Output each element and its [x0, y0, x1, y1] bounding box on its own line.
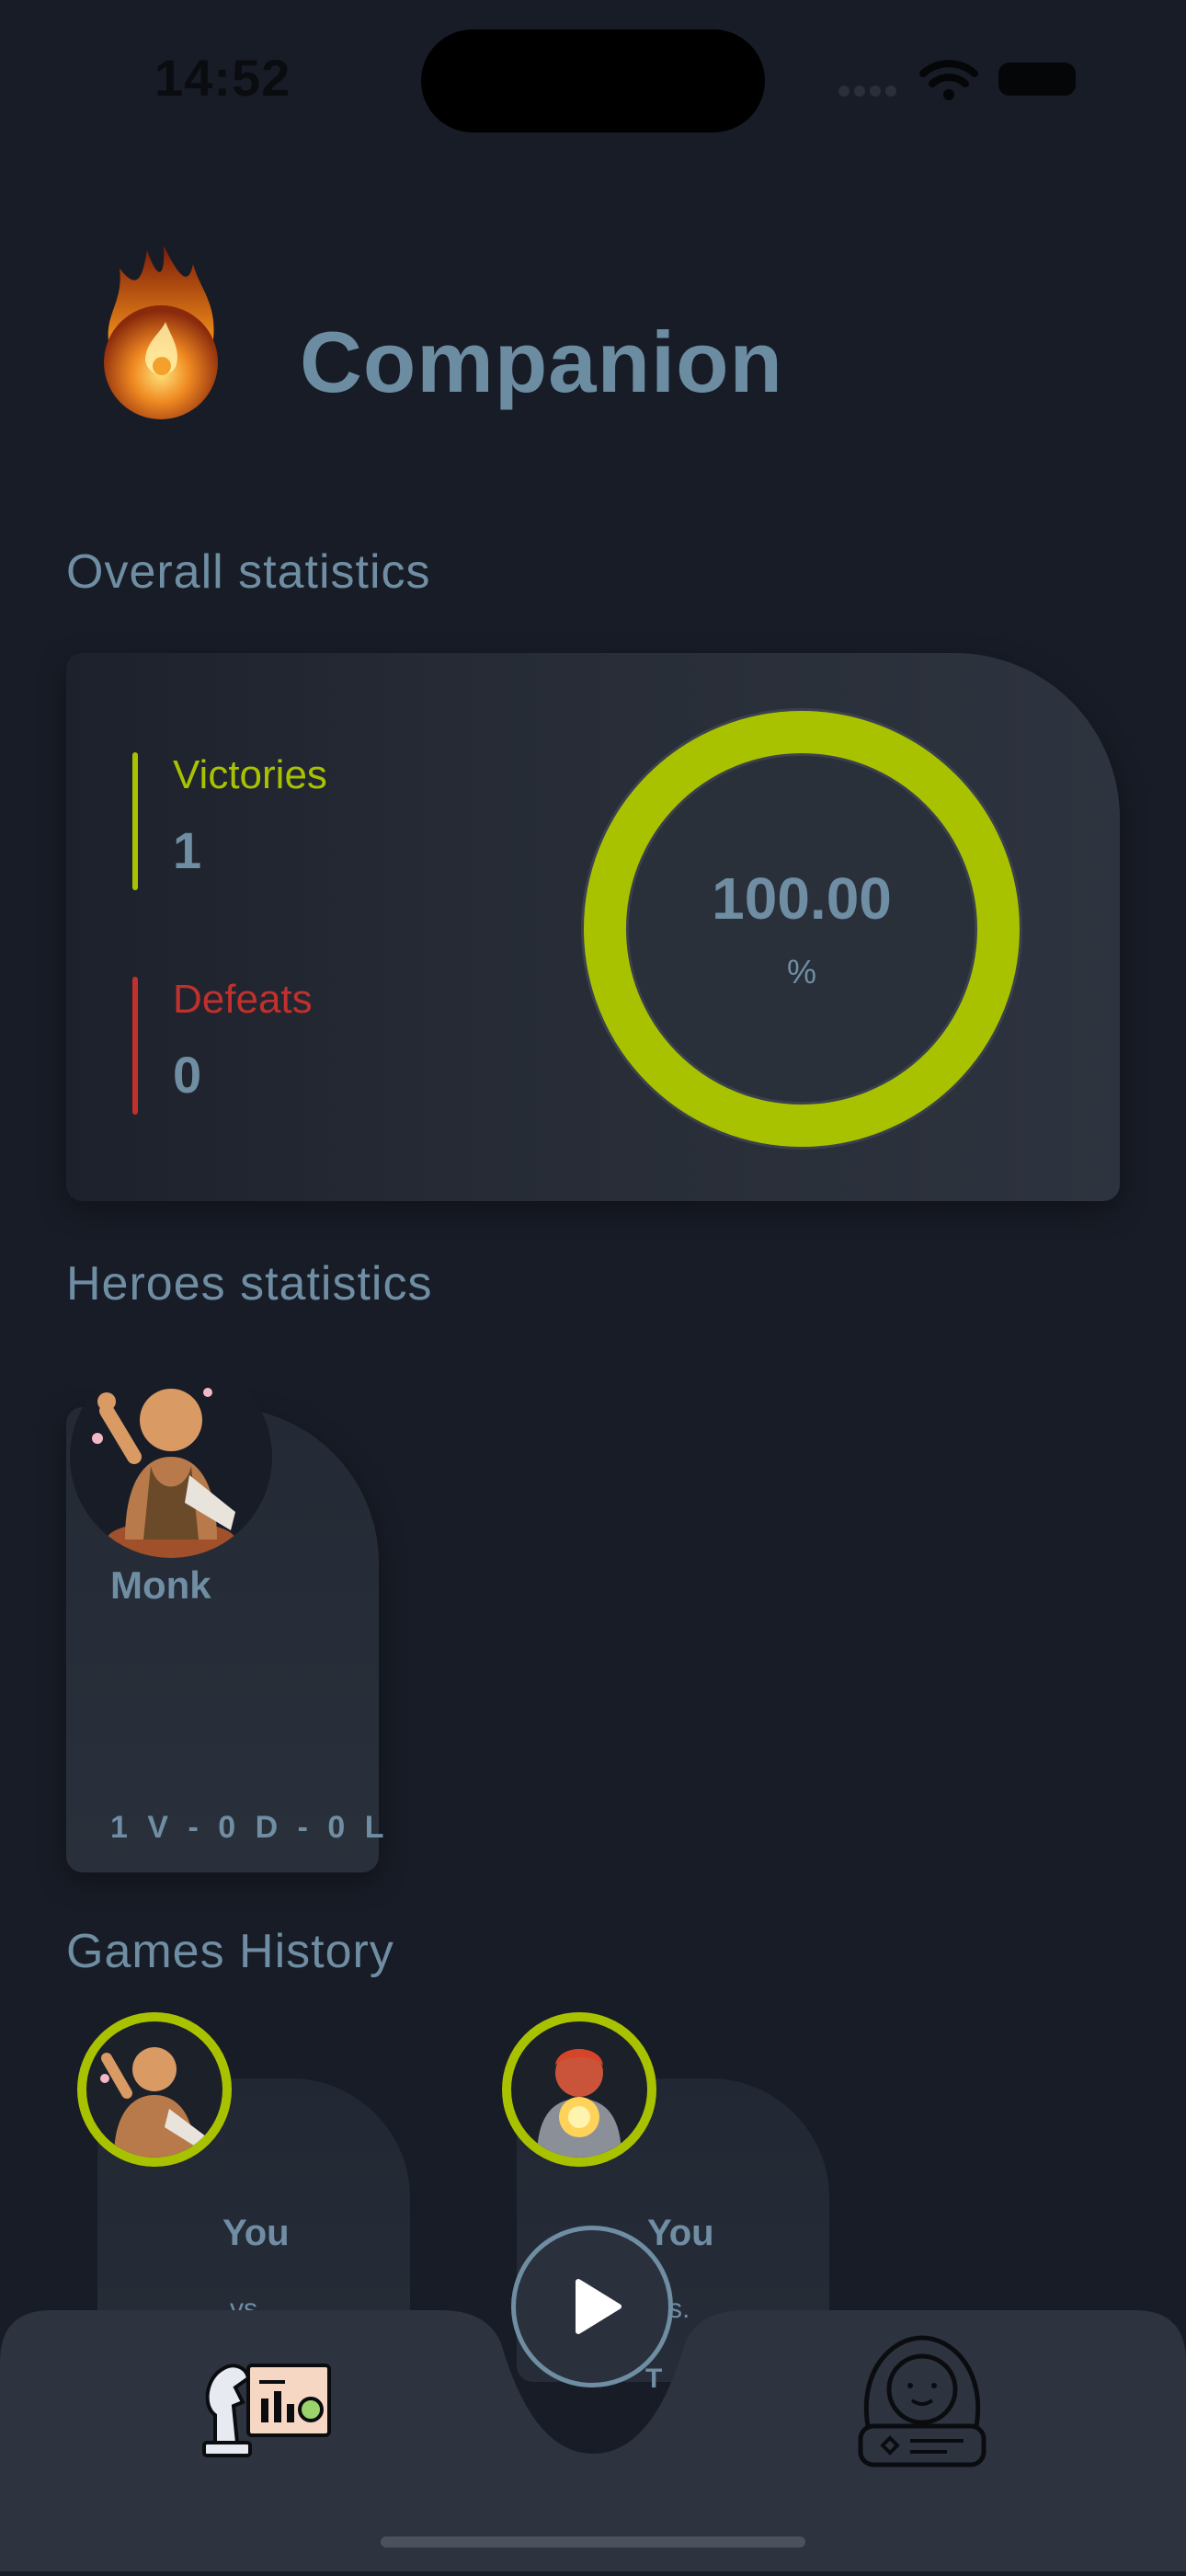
- wifi-icon: [919, 59, 978, 106]
- play-icon: [576, 2279, 622, 2334]
- defeats-indicator: [132, 977, 138, 1115]
- monk-hero-portrait-icon: [77, 2012, 232, 2167]
- monk-hero-portrait-icon: [70, 1356, 272, 1558]
- victories-value: 1: [173, 821, 202, 879]
- play-button[interactable]: [511, 2226, 673, 2387]
- victories-label: Victories: [173, 752, 327, 797]
- signal-icon: [838, 85, 903, 99]
- chess-knight-stats-icon[interactable]: [197, 2351, 335, 2461]
- games-history-title: Games History: [66, 1925, 394, 1978]
- win-rate-unit: %: [786, 953, 816, 990]
- game-player-label: You: [222, 2213, 290, 2253]
- defeats-value: 0: [173, 1046, 202, 1104]
- flaming-orb-logo-icon: [92, 241, 230, 425]
- defeats-label: Defeats: [173, 977, 313, 1022]
- win-rate-value: 100.00: [712, 865, 892, 932]
- status-time: 14:52: [154, 49, 291, 107]
- hero-name: Monk: [110, 1563, 211, 1607]
- dynamic-island: [421, 29, 765, 132]
- overall-statistics-title: Overall statistics: [66, 545, 431, 599]
- heroes-statistics-title: Heroes statistics: [66, 1257, 433, 1311]
- app-title: Companion: [300, 314, 783, 410]
- victories-indicator: [132, 752, 138, 890]
- astronaut-profile-icon[interactable]: [855, 2334, 989, 2470]
- home-indicator: [381, 2536, 805, 2547]
- hero-record: 1 V - 0 D - 0 L: [110, 1810, 390, 1845]
- fire-mage-hero-portrait-icon: [502, 2012, 656, 2167]
- battery-icon: [998, 63, 1076, 96]
